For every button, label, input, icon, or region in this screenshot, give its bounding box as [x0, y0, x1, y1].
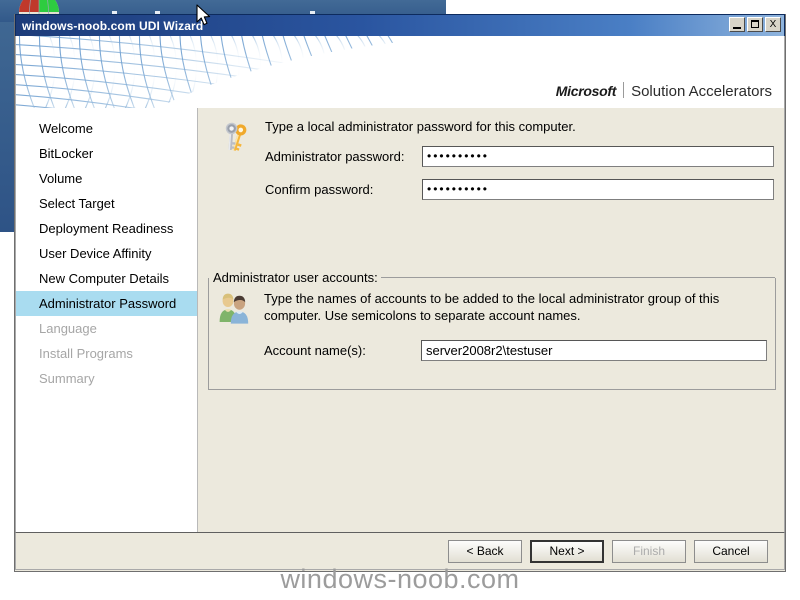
sidebar-item-summary: Summary [39, 371, 95, 386]
window-titlebar[interactable]: windows-noob.com UDI Wizard X [15, 14, 785, 36]
cancel-button[interactable]: Cancel [694, 539, 768, 563]
sidebar-item-volume[interactable]: Volume [16, 166, 197, 191]
minimize-button[interactable] [729, 17, 745, 32]
brand-product-label: Solution Accelerators [631, 83, 772, 100]
wizard-content-pane: Type a local administrator password for … [198, 108, 784, 532]
groupbox-legend-label: Administrator user accounts: [209, 270, 381, 285]
keys-icon [225, 122, 247, 151]
groupbox-legend-row: Administrator user accounts: [209, 270, 775, 285]
back-button[interactable]: < Back [448, 539, 522, 563]
sidebar-item-select-target[interactable]: Select Target [16, 191, 197, 216]
password-intro-text: Type a local administrator password for … [265, 119, 576, 134]
brand-divider [623, 82, 625, 98]
sidebar-item-user-device-affinity[interactable]: User Device Affinity [16, 241, 197, 266]
groupbox-legend-line [380, 277, 775, 278]
account-names-label: Account name(s): [264, 343, 366, 358]
users-icon [219, 293, 249, 324]
finish-button: Finish [612, 539, 686, 563]
sidebar-item-language: Language [39, 321, 97, 336]
confirm-password-input[interactable]: •••••••••• [422, 179, 774, 200]
account-names-row: Account name(s): server2008r2\testuser [264, 340, 767, 361]
next-button[interactable]: Next > [530, 539, 604, 563]
admin-password-row: Administrator password: •••••••••• [265, 146, 774, 167]
account-names-input[interactable]: server2008r2\testuser [421, 340, 767, 361]
sidebar-item-welcome[interactable]: Welcome [16, 116, 197, 141]
microsoft-brand: Microsoft Solution Accelerators [556, 80, 772, 100]
sidebar-item-install-programs: Install Programs [39, 346, 133, 361]
brand-microsoft-label: Microsoft [555, 83, 617, 99]
admin-password-label: Administrator password: [265, 149, 405, 164]
window-controls: X [729, 17, 781, 32]
sidebar-item-administrator-password[interactable]: Administrator Password [16, 291, 197, 316]
admin-password-input[interactable]: •••••••••• [422, 146, 774, 167]
sidebar-item-deployment-readiness[interactable]: Deployment Readiness [16, 216, 197, 241]
mesh-pattern-icon [16, 36, 425, 108]
maximize-button[interactable] [747, 17, 763, 32]
administrator-accounts-groupbox: Administrator user accounts: Type the na… [208, 270, 776, 390]
sidebar-item-new-computer-details[interactable]: New Computer Details [16, 266, 197, 291]
password-section: Type a local administrator password for … [210, 116, 774, 200]
wizard-header-banner: Microsoft Solution Accelerators [15, 36, 785, 108]
sidebar-item-bitlocker[interactable]: BitLocker [16, 141, 197, 166]
window-title: windows-noob.com UDI Wizard [22, 18, 204, 33]
confirm-password-row: Confirm password: •••••••••• [265, 179, 774, 200]
confirm-password-label: Confirm password: [265, 182, 374, 197]
wizard-body: Welcome BitLocker Volume Select Target D… [15, 108, 785, 532]
wizard-step-sidebar: Welcome BitLocker Volume Select Target D… [16, 108, 198, 532]
close-button[interactable]: X [765, 17, 781, 32]
wizard-footer: < Back Next > Finish Cancel [15, 532, 785, 570]
udi-wizard-window: windows-noob.com UDI Wizard X Microsoft … [14, 14, 786, 572]
accounts-description-text: Type the names of accounts to be added t… [264, 291, 720, 323]
